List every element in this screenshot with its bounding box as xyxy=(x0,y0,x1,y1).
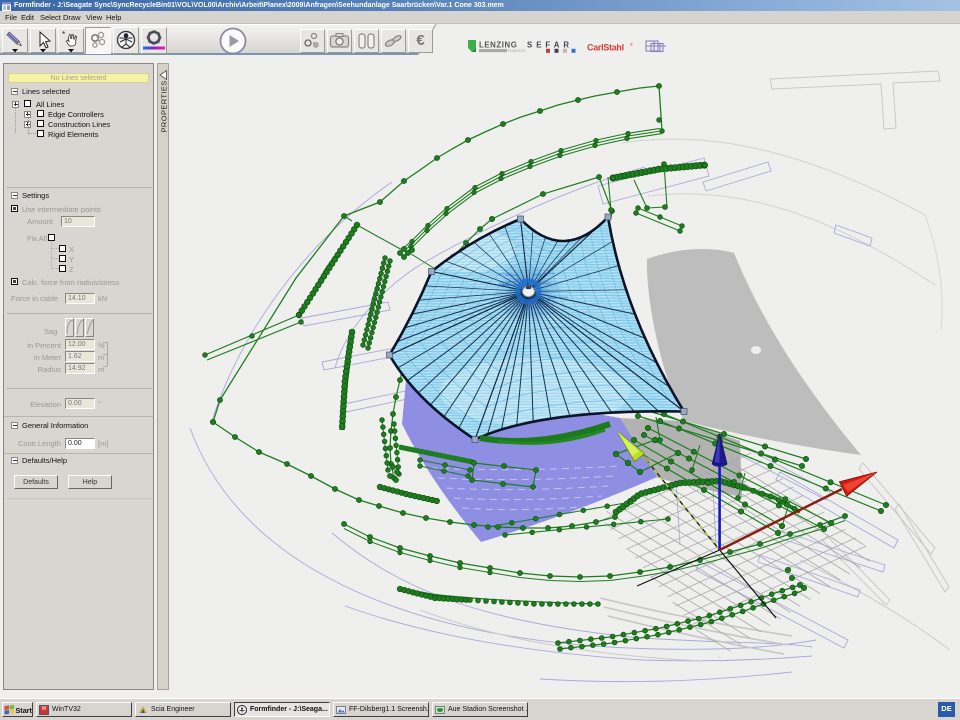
svg-text:PLASTICS: PLASTICS xyxy=(508,49,526,53)
svg-text:®: ® xyxy=(630,42,633,47)
svg-text:SEFAR: SEFAR xyxy=(527,41,573,50)
svg-text:CarlStahl: CarlStahl xyxy=(587,43,624,53)
svg-text:*: * xyxy=(62,30,65,39)
